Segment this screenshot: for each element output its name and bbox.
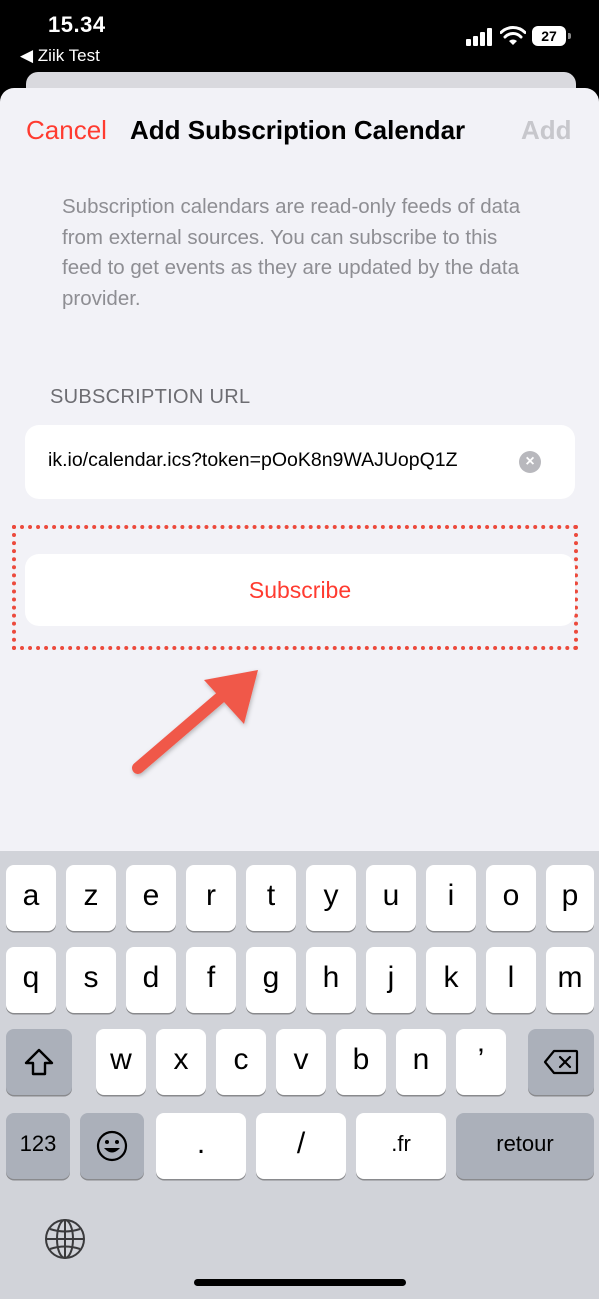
key-t[interactable]: t (246, 865, 296, 931)
clock: 15.34 (48, 12, 106, 37)
key-k[interactable]: k (426, 947, 476, 1013)
add-subscription-sheet: Cancel Add Subscription Calendar Add Sub… (0, 88, 599, 1299)
page-title: Add Subscription Calendar (130, 115, 466, 145)
emoji-icon (96, 1130, 128, 1162)
key-o[interactable]: o (486, 865, 536, 931)
key-f[interactable]: f (186, 947, 236, 1013)
key-n[interactable]: n (396, 1029, 446, 1095)
wifi-icon (500, 26, 526, 45)
key-e[interactable]: e (126, 865, 176, 931)
key-v[interactable]: v (276, 1029, 326, 1095)
key-p[interactable]: p (546, 865, 594, 931)
key-j[interactable]: j (366, 947, 416, 1013)
subscription-url-input[interactable]: ik.io/calendar.ics?token=pOoK8n9WAJUopQ1… (48, 449, 538, 472)
annotation-arrow-icon (132, 670, 258, 774)
emoji-key[interactable] (80, 1113, 144, 1179)
key-i[interactable]: i (426, 865, 476, 931)
cancel-button[interactable]: Cancel (26, 115, 107, 146)
numbers-key[interactable]: 123 (6, 1113, 70, 1179)
on-screen-keyboard: a z e r t y u i o p q s d f g h j k l m … (0, 851, 599, 1299)
key-period[interactable]: . (156, 1113, 246, 1179)
key-a[interactable]: a (6, 865, 56, 931)
key-apostrophe[interactable]: ’ (456, 1029, 506, 1095)
back-to-app-link[interactable]: ◀ Ziik Test (20, 46, 100, 66)
status-bar: 15.34 ◀ Ziik Test 27 (0, 0, 599, 80)
key-slash[interactable]: / (256, 1113, 346, 1179)
navigation-bar: Cancel Add Subscription Calendar Add (0, 88, 599, 172)
key-h[interactable]: h (306, 947, 356, 1013)
info-description: Subscription calendars are read-only fee… (62, 195, 521, 310)
key-l[interactable]: l (486, 947, 536, 1013)
return-key[interactable]: retour (456, 1113, 594, 1179)
key-c[interactable]: c (216, 1029, 266, 1095)
shift-key[interactable] (6, 1029, 72, 1095)
battery-icon: 27 (532, 26, 572, 46)
key-q[interactable]: q (6, 947, 56, 1013)
key-y[interactable]: y (306, 865, 356, 931)
shift-icon (24, 1048, 54, 1076)
cellular-signal-icon (466, 28, 492, 46)
clear-text-icon[interactable]: × (519, 451, 541, 473)
home-indicator[interactable] (194, 1279, 406, 1286)
key-z[interactable]: z (66, 865, 116, 931)
backspace-icon (543, 1049, 579, 1075)
key-x[interactable]: x (156, 1029, 206, 1095)
key-r[interactable]: r (186, 865, 236, 931)
key-domain-fr[interactable]: .fr (356, 1113, 446, 1179)
subscription-url-field[interactable]: ik.io/calendar.ics?token=pOoK8n9WAJUopQ1… (25, 425, 575, 499)
subscribe-button[interactable]: Subscribe (25, 554, 575, 626)
subscription-url-label: SUBSCRIPTION URL (50, 386, 251, 408)
key-b[interactable]: b (336, 1029, 386, 1095)
key-m[interactable]: m (546, 947, 594, 1013)
key-s[interactable]: s (66, 947, 116, 1013)
globe-icon[interactable] (43, 1217, 87, 1261)
key-g[interactable]: g (246, 947, 296, 1013)
add-button[interactable]: Add (521, 115, 572, 146)
key-w[interactable]: w (96, 1029, 146, 1095)
backspace-key[interactable] (528, 1029, 594, 1095)
key-u[interactable]: u (366, 865, 416, 931)
key-d[interactable]: d (126, 947, 176, 1013)
battery-level: 27 (532, 26, 566, 46)
